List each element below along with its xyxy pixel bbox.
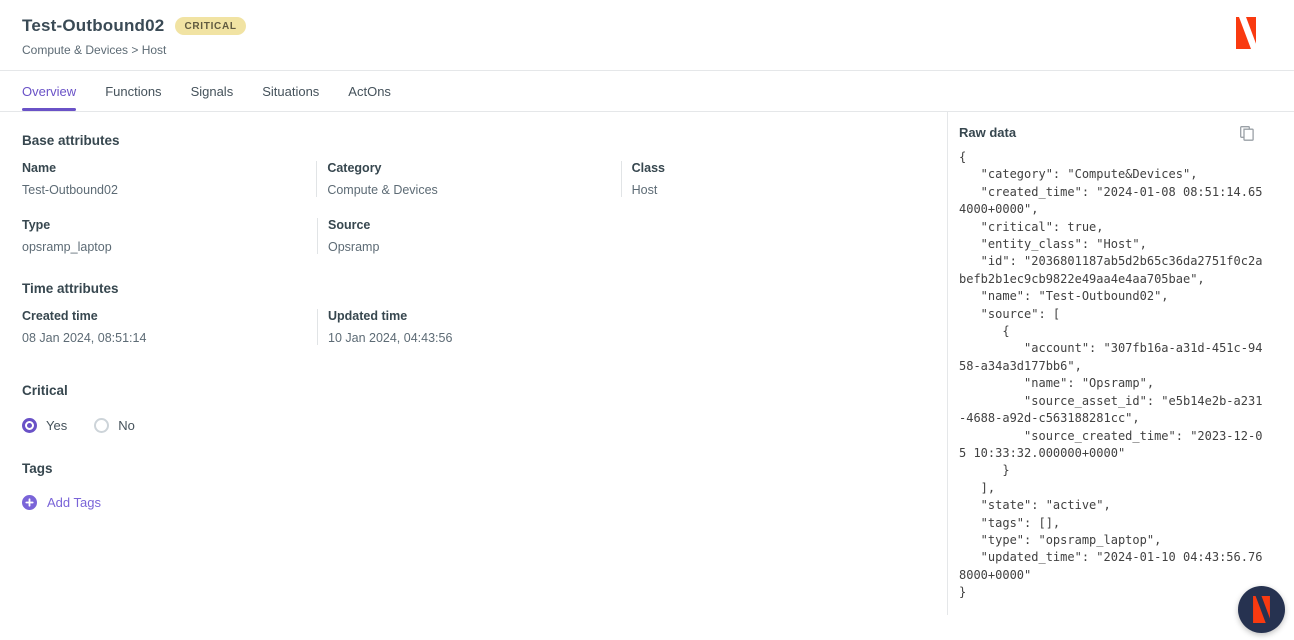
radio-unselected-icon[interactable] bbox=[94, 418, 110, 433]
status-badge: CRITICAL bbox=[175, 17, 246, 35]
tab-bar: Overview Functions Signals Situations Ac… bbox=[0, 71, 1294, 112]
page-header: Test-Outbound02 CRITICAL Compute & Devic… bbox=[0, 0, 1294, 71]
add-tags-label: Add Tags bbox=[47, 495, 101, 510]
overview-content: Base attributes Name Test-Outbound02 Cat… bbox=[22, 112, 925, 510]
field-label: Category bbox=[327, 161, 382, 175]
field-value: Test-Outbound02 bbox=[22, 183, 118, 197]
field-value: Compute & Devices bbox=[327, 183, 438, 197]
field-label: Updated time bbox=[328, 309, 408, 323]
section-heading-base-attributes: Base attributes bbox=[22, 133, 120, 148]
time-attributes-row: Created time 08 Jan 2024, 08:51:14 Updat… bbox=[22, 309, 925, 345]
field-name: Name Test-Outbound02 bbox=[22, 161, 316, 197]
critical-radio-group: Yes No bbox=[22, 418, 925, 433]
tab-overview[interactable]: Overview bbox=[22, 71, 77, 111]
field-updated-time: Updated time 10 Jan 2024, 04:43:56 bbox=[317, 309, 622, 345]
section-heading-time-attributes: Time attributes bbox=[22, 281, 119, 296]
field-class: Class Host bbox=[620, 161, 925, 197]
field-label: Name bbox=[22, 161, 57, 175]
radio-no[interactable]: No bbox=[94, 418, 135, 433]
brand-logo-icon bbox=[1236, 17, 1258, 49]
field-created-time: Created time 08 Jan 2024, 08:51:14 bbox=[22, 309, 317, 345]
raw-json-text: { "category": "Compute&Devices", "create… bbox=[959, 150, 1263, 600]
add-tags-button[interactable]: Add Tags bbox=[22, 495, 101, 510]
radio-yes[interactable]: Yes bbox=[22, 418, 67, 433]
field-type: Type opsramp_laptop bbox=[22, 218, 317, 254]
field-label: Created time bbox=[22, 309, 98, 323]
field-value: Opsramp bbox=[328, 240, 380, 254]
raw-data-header: Raw data bbox=[959, 125, 1284, 140]
tab-actons[interactable]: ActOns bbox=[348, 71, 391, 111]
field-label: Type bbox=[22, 218, 51, 232]
section-heading-tags: Tags bbox=[22, 461, 53, 476]
tab-signals[interactable]: Signals bbox=[191, 71, 234, 111]
field-value: 10 Jan 2024, 04:43:56 bbox=[328, 331, 453, 345]
field-value: opsramp_laptop bbox=[22, 240, 112, 254]
base-attributes-row-1: Name Test-Outbound02 Category Compute & … bbox=[22, 161, 925, 197]
radio-label: No bbox=[118, 418, 135, 433]
base-attributes-row-2: Type opsramp_laptop Source Opsramp bbox=[22, 218, 925, 254]
radio-label: Yes bbox=[46, 418, 68, 433]
plus-icon bbox=[22, 495, 37, 510]
raw-data-panel: Raw data { "category": "Compute&Devices"… bbox=[947, 112, 1294, 615]
copy-icon[interactable] bbox=[1240, 126, 1254, 141]
field-label: Class bbox=[631, 161, 666, 175]
entity-detail-page: Test-Outbound02 CRITICAL Compute & Devic… bbox=[0, 0, 1294, 640]
section-heading-critical: Critical bbox=[22, 383, 68, 398]
tab-functions[interactable]: Functions bbox=[105, 71, 161, 111]
radio-selected-icon[interactable] bbox=[22, 418, 37, 433]
field-label: Source bbox=[328, 218, 371, 232]
field-source: Source Opsramp bbox=[317, 218, 622, 254]
breadcrumb: Compute & Devices > Host bbox=[22, 43, 167, 57]
raw-data-heading: Raw data bbox=[959, 125, 1017, 140]
title-row: Test-Outbound02 CRITICAL bbox=[22, 16, 246, 36]
floating-logo-button[interactable] bbox=[1238, 586, 1285, 633]
page-title: Test-Outbound02 bbox=[22, 16, 165, 35]
tab-situations[interactable]: Situations bbox=[262, 71, 319, 111]
brand-logo-icon bbox=[1253, 596, 1270, 623]
field-value: Host bbox=[631, 183, 658, 197]
field-category: Category Compute & Devices bbox=[316, 161, 620, 197]
field-value: 08 Jan 2024, 08:51:14 bbox=[22, 331, 147, 345]
